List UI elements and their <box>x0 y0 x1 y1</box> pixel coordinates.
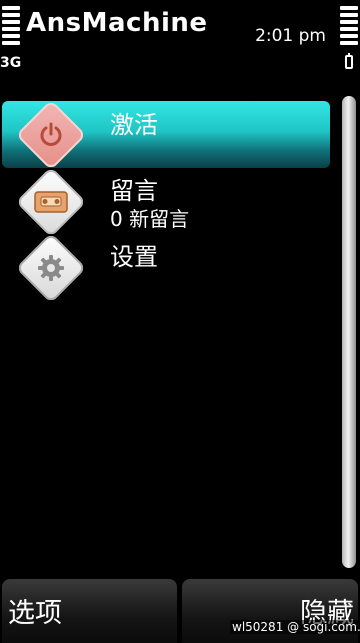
network-indicator: 3G <box>0 55 22 71</box>
list-item-label: 留言 <box>110 177 158 205</box>
app-title: AnsMachine <box>26 8 208 38</box>
signal-strength-icon <box>2 6 20 48</box>
watermark: wl50281 @ sogi.com.tw <box>230 620 360 634</box>
battery-icon <box>345 53 353 69</box>
gear-icon <box>15 232 87 304</box>
softkey-label: 选项 <box>8 598 62 629</box>
scrollbar[interactable] <box>342 96 356 568</box>
list-item-messages[interactable]: 留言 0 新留言 <box>2 166 330 238</box>
new-messages-count: 0 新留言 <box>110 207 190 231</box>
power-icon <box>15 99 87 171</box>
cassette-tape-icon <box>15 166 87 238</box>
list-item-settings[interactable]: 设置 <box>2 232 330 304</box>
options-softkey[interactable]: 选项 <box>2 579 177 643</box>
clock: 2:01 pm <box>255 26 326 46</box>
battery-level-icon <box>340 6 358 48</box>
list-item-activate[interactable]: 激活 <box>2 99 330 171</box>
list-item-label: 激活 <box>110 111 158 139</box>
list-item-label: 设置 <box>110 243 158 271</box>
